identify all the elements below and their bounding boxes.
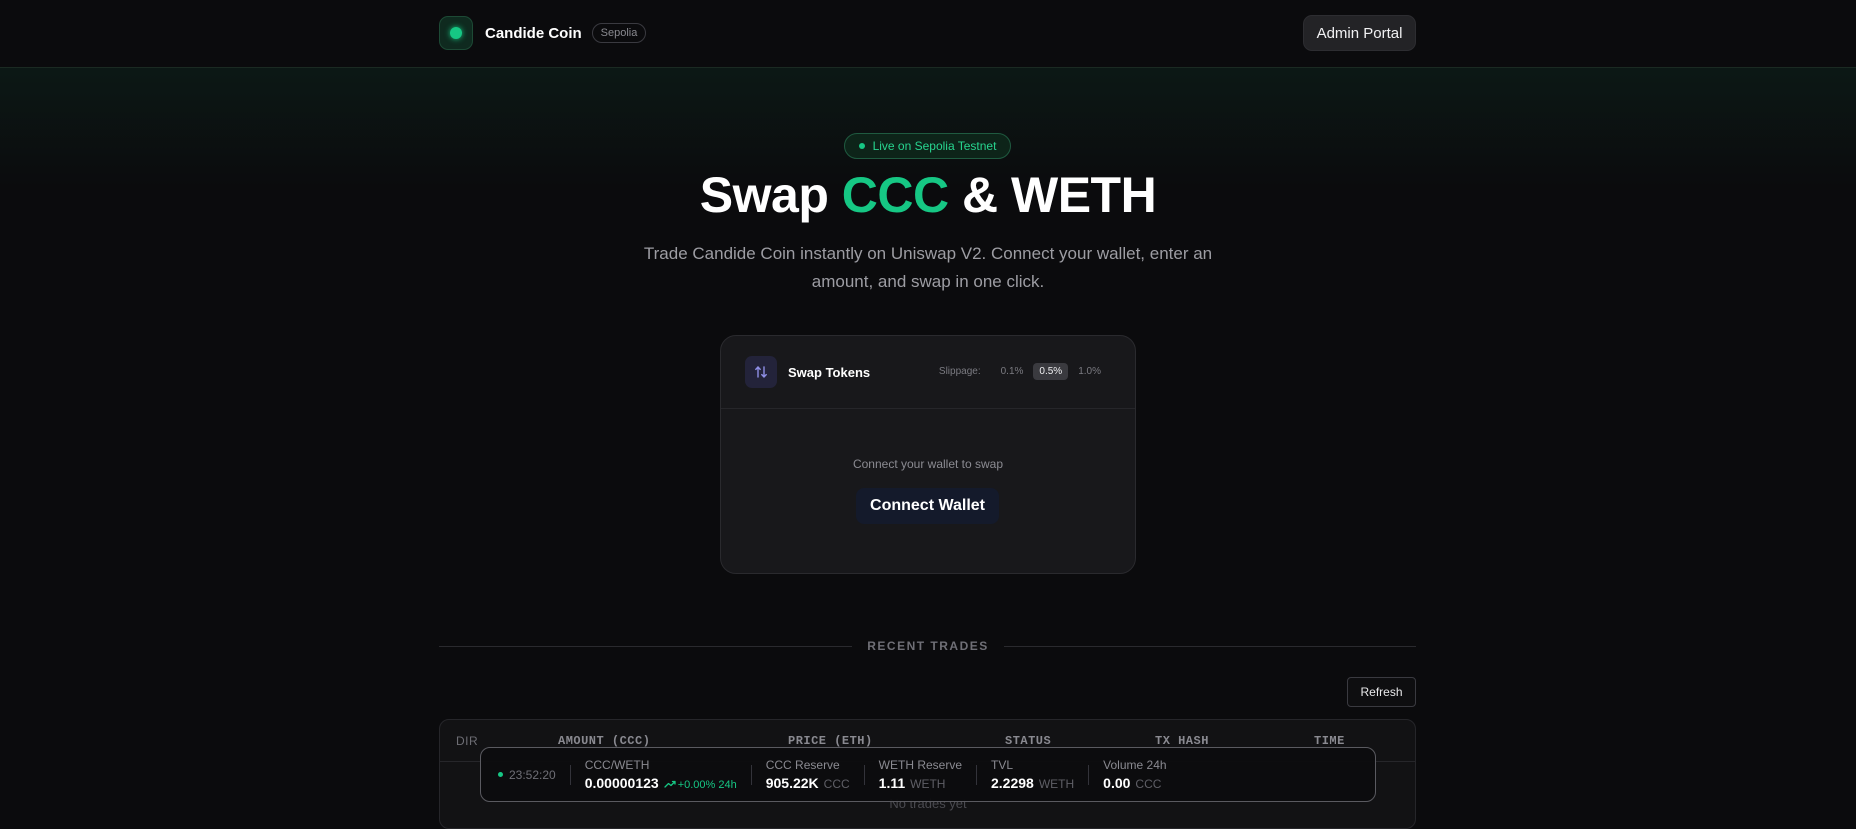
brand-name: Candide Coin (485, 24, 582, 42)
ticker-tvl-label: TVL (991, 758, 1014, 772)
connect-wallet-hint: Connect your wallet to swap (852, 457, 1004, 471)
ticker-pair-label: CCC/WETH (584, 758, 650, 772)
live-status-pill: Live on Sepolia Testnet (844, 133, 1011, 159)
ticker-volume: Volume 24h 0.00 CCC (1103, 758, 1166, 791)
connect-wallet-button[interactable]: Connect Wallet (856, 488, 999, 524)
brand[interactable]: Candide Coin Sepolia (439, 16, 647, 50)
top-header: Candide Coin Sepolia Admin Portal (0, 0, 1856, 68)
ticker-tvl-amount: 2.2298 WETH (991, 775, 1074, 791)
ticker-volume-label: Volume 24h (1103, 758, 1167, 772)
slippage-option-1-0[interactable]: 1.0% (1072, 363, 1107, 380)
ticker-live-dot-icon (498, 772, 503, 777)
live-dot-icon (858, 143, 865, 149)
ticker-ccc-reserve-amount: 905.22K CCC (766, 775, 850, 791)
ticker-separator (750, 764, 752, 785)
ticker-separator (863, 764, 865, 785)
brand-logo-icon (439, 16, 473, 50)
page-title: Swap CCC & WETH (0, 166, 1856, 224)
recent-trades-title: RECENT TRADES (867, 639, 989, 653)
ticker-pair-price-value: 0.00000123 (584, 775, 659, 791)
ticker-volume-value: 0.00 (1103, 775, 1131, 791)
ticker-separator (569, 764, 571, 785)
ticker-weth-reserve-unit: WETH (910, 777, 946, 791)
slippage-selector: Slippage: 0.1% 0.5% 1.0% (939, 363, 1107, 380)
ticker-pair-price: 0.00000123 +0.00% 24h (585, 775, 737, 791)
column-header-tx-hash[interactable]: TX HASH (1155, 734, 1209, 748)
ticker-time-value: 23:52:20 (509, 767, 556, 782)
brand-logo-dot (450, 27, 462, 39)
ticker-pair-change: +0.00% 24h (664, 779, 737, 791)
trend-up-icon (664, 780, 676, 788)
title-accent: CCC (841, 167, 949, 223)
column-header-status[interactable]: STATUS (1005, 734, 1051, 748)
ticker-ccc-reserve-label: CCC Reserve (765, 758, 840, 772)
title-suffix: & WETH (948, 167, 1157, 223)
ticker-weth-reserve: WETH Reserve 1.11 WETH (879, 758, 962, 791)
refresh-button[interactable]: Refresh (1347, 677, 1416, 707)
slippage-option-0-1[interactable]: 0.1% (995, 363, 1030, 380)
swap-arrows-icon (745, 356, 777, 388)
hero-subtitle: Trade Candide Coin instantly on Uniswap … (643, 244, 1213, 291)
ticker-pair-change-value: +0.00% 24h (677, 779, 737, 791)
swap-card-header: Swap Tokens Slippage: 0.1% 0.5% 1.0% (721, 336, 1135, 409)
title-prefix: Swap (699, 167, 842, 223)
ticker-tvl-value: 2.2298 (991, 775, 1034, 791)
slippage-label: Slippage: (938, 366, 981, 377)
column-header-time[interactable]: TIME (1314, 734, 1345, 748)
slippage-option-0-5[interactable]: 0.5% (1033, 363, 1069, 380)
admin-portal-button[interactable]: Admin Portal (1303, 15, 1416, 51)
ticker-volume-amount: 0.00 CCC (1103, 775, 1166, 791)
ticker-separator (976, 764, 977, 785)
column-header-dir[interactable]: DIR (456, 734, 478, 748)
ticker-ccc-reserve: CCC Reserve 905.22K CCC (766, 758, 850, 791)
ticker-ccc-reserve-unit: CCC (823, 777, 850, 791)
ticker-separator (1088, 764, 1090, 785)
ticker-pair: CCC/WETH 0.00000123 +0.00% 24h (585, 758, 737, 791)
ticker-ccc-reserve-value: 905.22K (765, 775, 819, 791)
column-header-price[interactable]: PRICE (ETH) (788, 734, 873, 748)
live-pill-label: Live on Sepolia Testnet (872, 139, 997, 153)
ticker-tvl-unit: WETH (1038, 777, 1075, 791)
ticker-time: 23:52:20 (498, 768, 556, 782)
market-ticker-bar: 23:52:20 CCC/WETH 0.00000123 +0.00% 24h … (480, 747, 1376, 802)
column-header-amount[interactable]: AMOUNT (CCC) (558, 734, 650, 748)
ticker-weth-reserve-value: 1.11 (878, 775, 906, 791)
swap-card: Swap Tokens Slippage: 0.1% 0.5% 1.0% (720, 335, 1136, 574)
network-badge: Sepolia (591, 23, 647, 43)
ticker-weth-reserve-label: WETH Reserve (878, 758, 962, 772)
ticker-volume-unit: CCC (1135, 777, 1162, 791)
swap-card-title: Swap Tokens (788, 365, 871, 380)
ticker-tvl: TVL 2.2298 WETH (991, 758, 1074, 791)
ticker-weth-reserve-amount: 1.11 WETH (879, 775, 962, 791)
